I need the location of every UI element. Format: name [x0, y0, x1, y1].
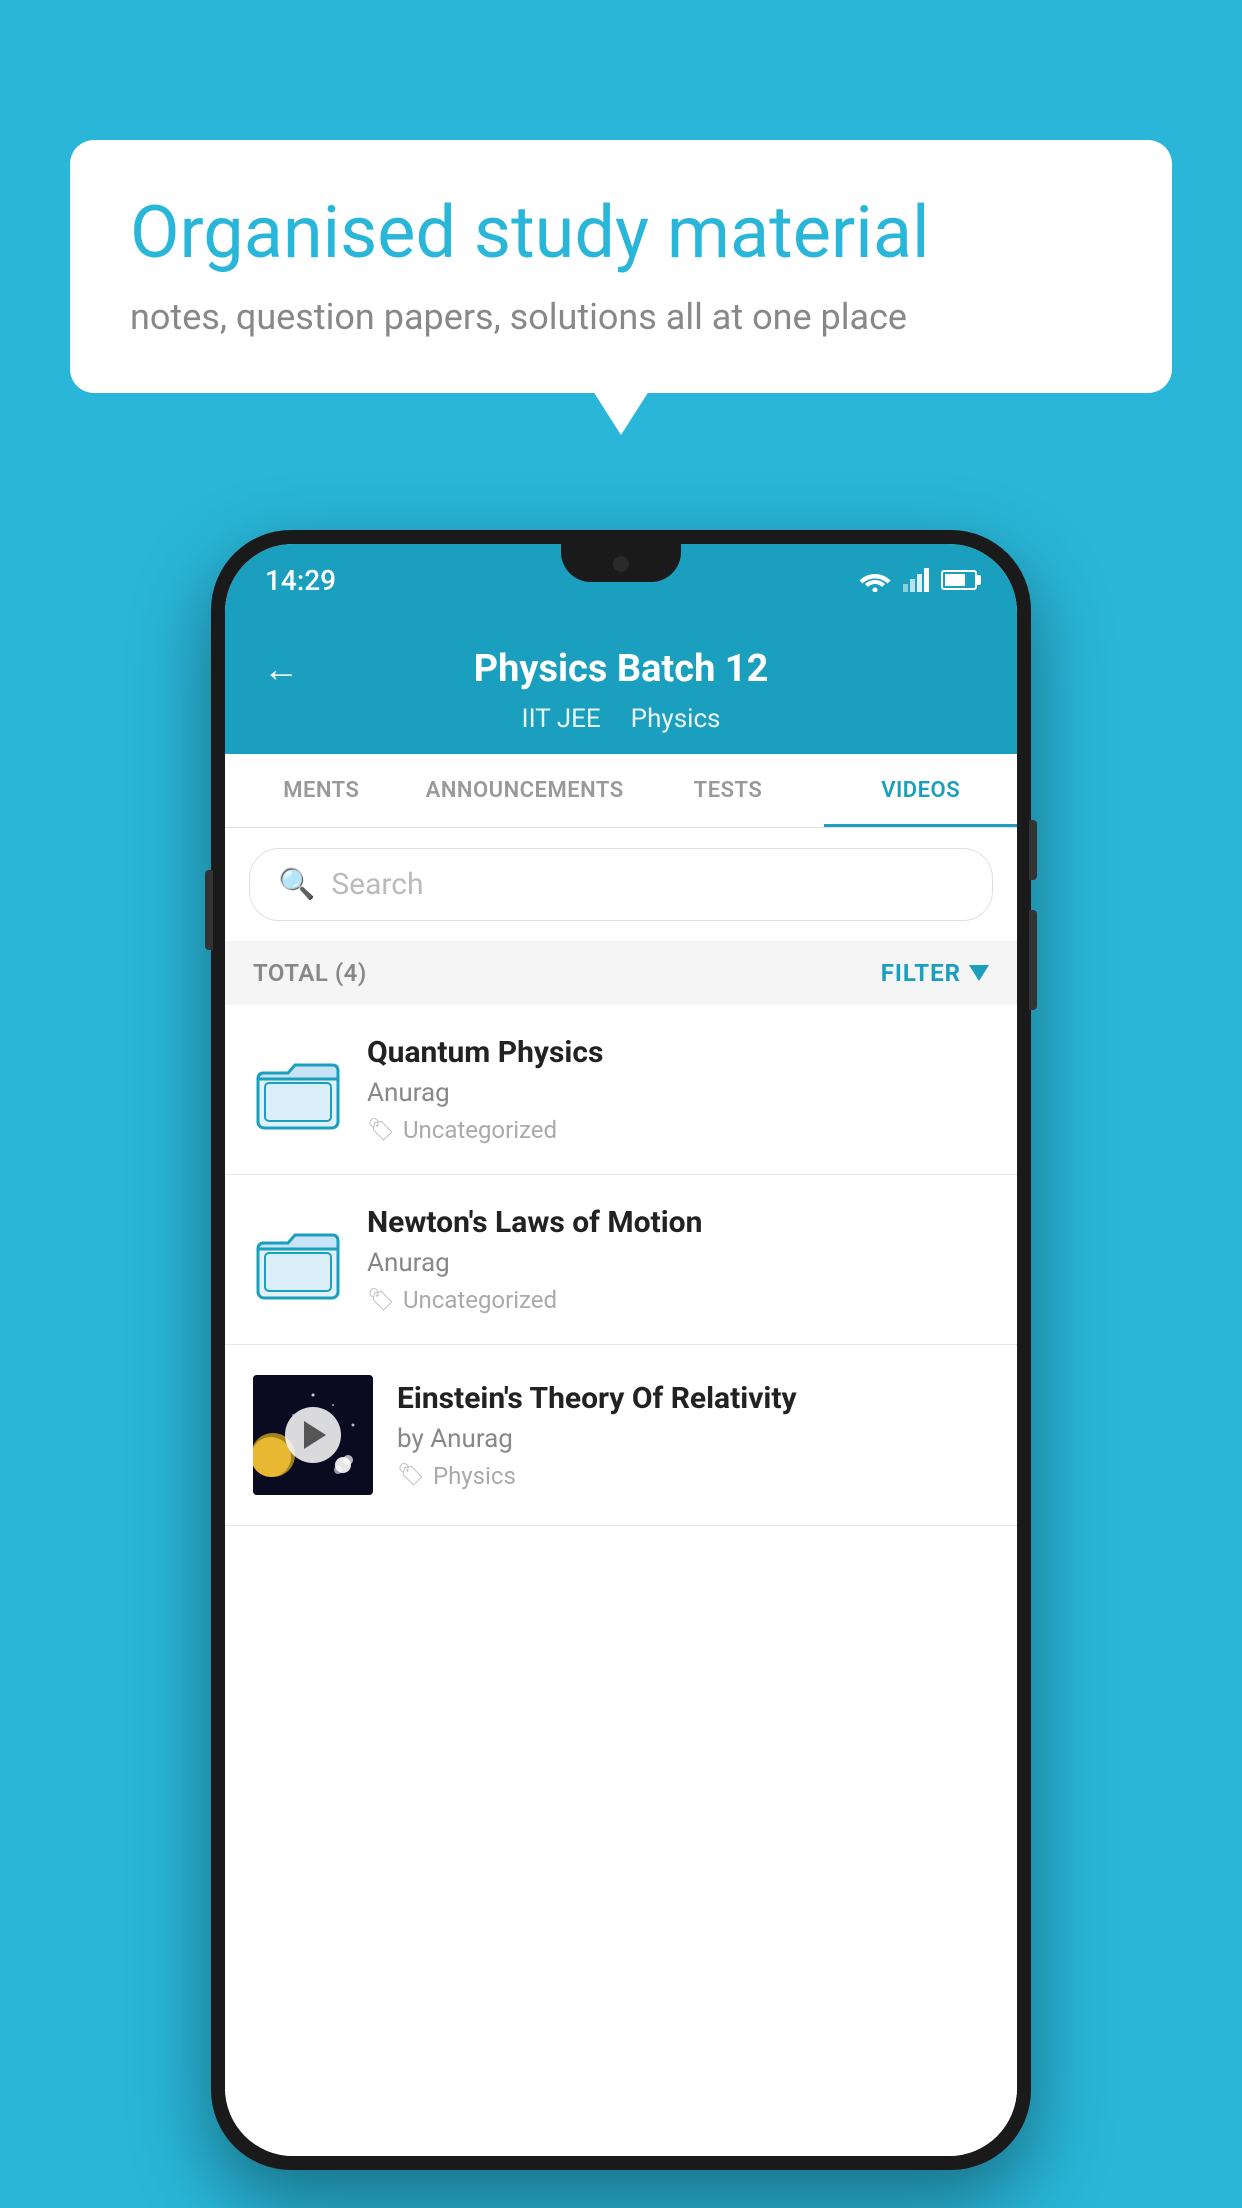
video-title: Newton's Laws of Motion: [367, 1205, 989, 1240]
video-tag: 🏷 Uncategorized: [367, 1286, 989, 1314]
list-item[interactable]: Newton's Laws of Motion Anurag 🏷 Uncateg…: [225, 1175, 1017, 1345]
tag-label: Physics: [433, 1462, 516, 1490]
video-list: Quantum Physics Anurag 🏷 Uncategorized N…: [225, 1005, 1017, 2156]
header-physics: Physics: [631, 704, 721, 734]
tab-videos[interactable]: VIDEOS: [824, 754, 1017, 827]
folder-icon: [253, 1215, 343, 1305]
video-title: Einstein's Theory Of Relativity: [397, 1381, 989, 1416]
video-tag: 🏷 Uncategorized: [367, 1116, 989, 1144]
folder-icon: [253, 1045, 343, 1135]
video-author: by Anurag: [397, 1424, 989, 1454]
status-icons: [859, 568, 977, 592]
list-item[interactable]: Quantum Physics Anurag 🏷 Uncategorized: [225, 1005, 1017, 1175]
tag-icon: 🏷: [367, 1118, 395, 1143]
search-icon: 🔍: [278, 867, 315, 902]
filter-bar: TOTAL (4) FILTER: [225, 941, 1017, 1005]
side-button-left: [205, 870, 213, 950]
status-bar: 14:29: [225, 544, 1017, 616]
battery-icon: [941, 570, 977, 590]
search-bar-container: 🔍 Search: [225, 828, 1017, 941]
status-time: 14:29: [265, 564, 336, 597]
camera-dot: [613, 556, 629, 572]
speech-bubble: Organised study material notes, question…: [70, 140, 1172, 393]
tag-label: Uncategorized: [403, 1116, 557, 1144]
bubble-subtitle: notes, question papers, solutions all at…: [130, 296, 1112, 338]
tab-announcements[interactable]: ANNOUNCEMENTS: [418, 754, 632, 827]
tag-icon: 🏷: [367, 1288, 395, 1313]
bubble-title: Organised study material: [130, 190, 1112, 276]
video-info: Quantum Physics Anurag 🏷 Uncategorized: [367, 1035, 989, 1144]
video-info: Einstein's Theory Of Relativity by Anura…: [397, 1381, 989, 1490]
phone-frame: 14:29 ←: [211, 530, 1031, 2170]
filter-label: FILTER: [881, 959, 961, 987]
filter-icon: [969, 965, 989, 981]
filter-button[interactable]: FILTER: [881, 959, 989, 987]
wifi-icon: [859, 568, 891, 592]
video-author: Anurag: [367, 1248, 989, 1278]
video-thumbnail: [253, 1375, 373, 1495]
video-author: Anurag: [367, 1078, 989, 1108]
total-count: TOTAL (4): [253, 959, 367, 987]
header-subtitle: IIT JEE Physics: [522, 704, 721, 734]
speech-bubble-container: Organised study material notes, question…: [70, 140, 1172, 393]
back-button[interactable]: ←: [255, 640, 307, 698]
side-button-right-bottom: [1029, 910, 1037, 1010]
video-tag: 🏷 Physics: [397, 1462, 989, 1490]
video-title: Quantum Physics: [367, 1035, 989, 1070]
tag-icon: 🏷: [397, 1463, 425, 1488]
play-button[interactable]: [285, 1407, 341, 1463]
tab-ments[interactable]: MENTS: [225, 754, 418, 827]
phone-screen: 14:29 ←: [225, 544, 1017, 2156]
search-bar[interactable]: 🔍 Search: [249, 848, 993, 921]
video-info: Newton's Laws of Motion Anurag 🏷 Uncateg…: [367, 1205, 989, 1314]
tag-label: Uncategorized: [403, 1286, 557, 1314]
tab-tests[interactable]: TESTS: [632, 754, 825, 827]
header-iitjee: IIT JEE: [522, 704, 601, 734]
play-icon: [304, 1421, 326, 1449]
tabs-bar: MENTS ANNOUNCEMENTS TESTS VIDEOS: [225, 754, 1017, 828]
notch: [561, 544, 681, 582]
side-button-right-top: [1029, 820, 1037, 880]
app-header: ← Physics Batch 12 IIT JEE Physics: [225, 616, 1017, 754]
search-placeholder: Search: [331, 867, 423, 902]
batch-title: Physics Batch 12: [307, 647, 935, 691]
signal-icon: [903, 568, 929, 592]
list-item[interactable]: Einstein's Theory Of Relativity by Anura…: [225, 1345, 1017, 1526]
